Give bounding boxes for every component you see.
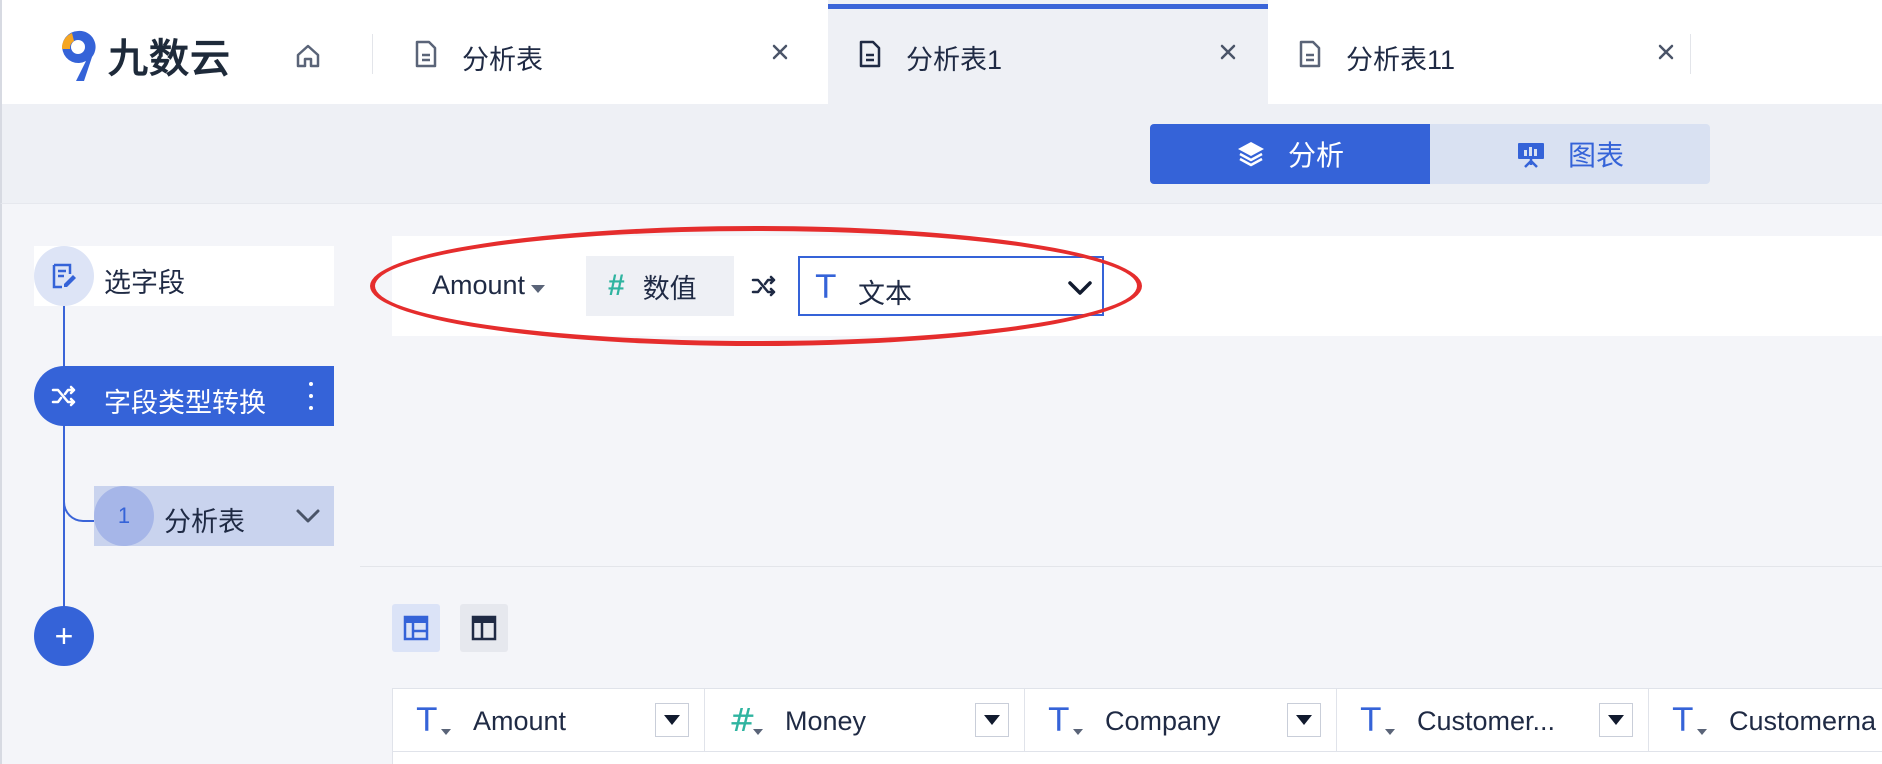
text-type-icon: T [1673, 701, 1693, 739]
step-label: 选字段 [104, 268, 185, 298]
document-icon [1299, 40, 1321, 68]
target-type-select[interactable]: T 文本 [798, 256, 1104, 316]
field-name-label: Amount [432, 270, 526, 300]
tab-analysis-table-11[interactable]: 分析表11 [1268, 0, 1690, 104]
logo-mark-icon [61, 30, 96, 81]
type-convert-config: Amount # 数值 T 文本 [392, 236, 1882, 336]
edit-list-icon [52, 263, 76, 289]
step-flow-panel: 选字段 字段类型转换 1 分析表 + [0, 204, 360, 764]
tab-label: 分析表 [462, 45, 543, 75]
column-name: Money [785, 706, 867, 736]
step-label: 字段类型转换 [104, 388, 266, 418]
top-tab-bar: 九数云 分析表 分析表1 分析表11 [0, 0, 1882, 104]
mode-toolbar: 分析 图表 [0, 104, 1882, 204]
column-menu-button[interactable] [655, 703, 689, 737]
text-type-icon: T [1361, 701, 1381, 739]
column-menu-button[interactable] [1599, 703, 1633, 737]
app-logo[interactable]: 九数云 [58, 26, 231, 84]
close-icon[interactable] [1216, 40, 1240, 64]
column-header-customer[interactable]: T Customer... [1337, 689, 1649, 751]
step-label: 分析表 [164, 507, 245, 537]
close-icon[interactable] [768, 40, 792, 64]
number-type-icon: # [729, 701, 756, 739]
chart-label: 图表 [1567, 140, 1624, 171]
column-header-amount[interactable]: T Amount [393, 689, 705, 751]
chart-mode-button[interactable]: 图表 [1430, 124, 1710, 184]
home-button[interactable] [288, 36, 328, 76]
select-fields-icon-wrap [34, 246, 94, 306]
source-type-badge: # 数值 [586, 256, 734, 316]
table-layout-icon [403, 615, 429, 641]
logo-text: 九数云 [108, 37, 231, 81]
number-type-icon: # [608, 269, 625, 302]
data-table-header: T Amount # Money T Company T Customer...… [392, 688, 1882, 752]
column-header-customername[interactable]: T Customerna [1649, 689, 1882, 751]
layout-view-button[interactable] [460, 604, 508, 652]
analyze-label: 分析 [1287, 140, 1344, 171]
caret-down-icon [1385, 729, 1395, 735]
step-number-badge: 1 [94, 486, 154, 546]
source-type-label: 数值 [642, 273, 697, 304]
column-name: Customer... [1417, 706, 1556, 736]
column-name: Company [1105, 706, 1221, 736]
caret-down-icon [441, 729, 451, 735]
layers-icon [1237, 142, 1264, 167]
column-menu-button[interactable] [975, 703, 1009, 737]
add-step-button[interactable]: + [34, 606, 94, 666]
document-icon [859, 40, 881, 68]
text-type-icon: T [1049, 701, 1069, 739]
text-type-icon: T [417, 701, 437, 739]
tab-label: 分析表1 [906, 45, 1003, 75]
tab-separator [1690, 34, 1691, 74]
table-row [392, 752, 1882, 764]
shuffle-icon [751, 275, 776, 297]
step-source-table[interactable]: 1 分析表 [94, 486, 334, 546]
tab-label: 分析表11 [1346, 45, 1456, 75]
text-type-icon: T [816, 268, 836, 306]
column-name: Customerna [1729, 706, 1877, 736]
caret-down-icon [531, 284, 546, 293]
column-layout-icon [471, 615, 497, 641]
chevron-down-icon [1068, 281, 1092, 295]
caret-down-icon [753, 729, 763, 735]
column-header-money[interactable]: # Money [705, 689, 1025, 751]
shuffle-icon [51, 385, 76, 407]
caret-down-icon [1073, 729, 1083, 735]
column-menu-button[interactable] [1287, 703, 1321, 737]
analyze-mode-button[interactable]: 分析 [1150, 124, 1430, 184]
step-select-fields[interactable]: 选字段 [34, 246, 334, 306]
field-selector[interactable]: Amount [432, 270, 546, 301]
more-vertical-icon[interactable] [296, 378, 326, 414]
column-name: Amount [473, 706, 567, 736]
tab-analysis-table[interactable]: 分析表 [384, 0, 828, 104]
tab-separator [372, 34, 373, 74]
presentation-chart-icon [1517, 143, 1544, 168]
document-icon [415, 40, 437, 68]
home-icon [296, 44, 320, 68]
target-type-value: 文本 [858, 279, 912, 309]
close-icon[interactable] [1654, 40, 1678, 64]
chevron-down-icon[interactable] [294, 504, 322, 528]
section-divider [360, 566, 1882, 567]
table-view-button[interactable] [392, 604, 440, 652]
caret-down-icon [1697, 729, 1707, 735]
column-header-company[interactable]: T Company [1025, 689, 1337, 751]
flow-connector [63, 282, 65, 612]
step-field-type-convert[interactable]: 字段类型转换 [34, 366, 334, 426]
tab-analysis-table-1[interactable]: 分析表1 [828, 0, 1268, 104]
